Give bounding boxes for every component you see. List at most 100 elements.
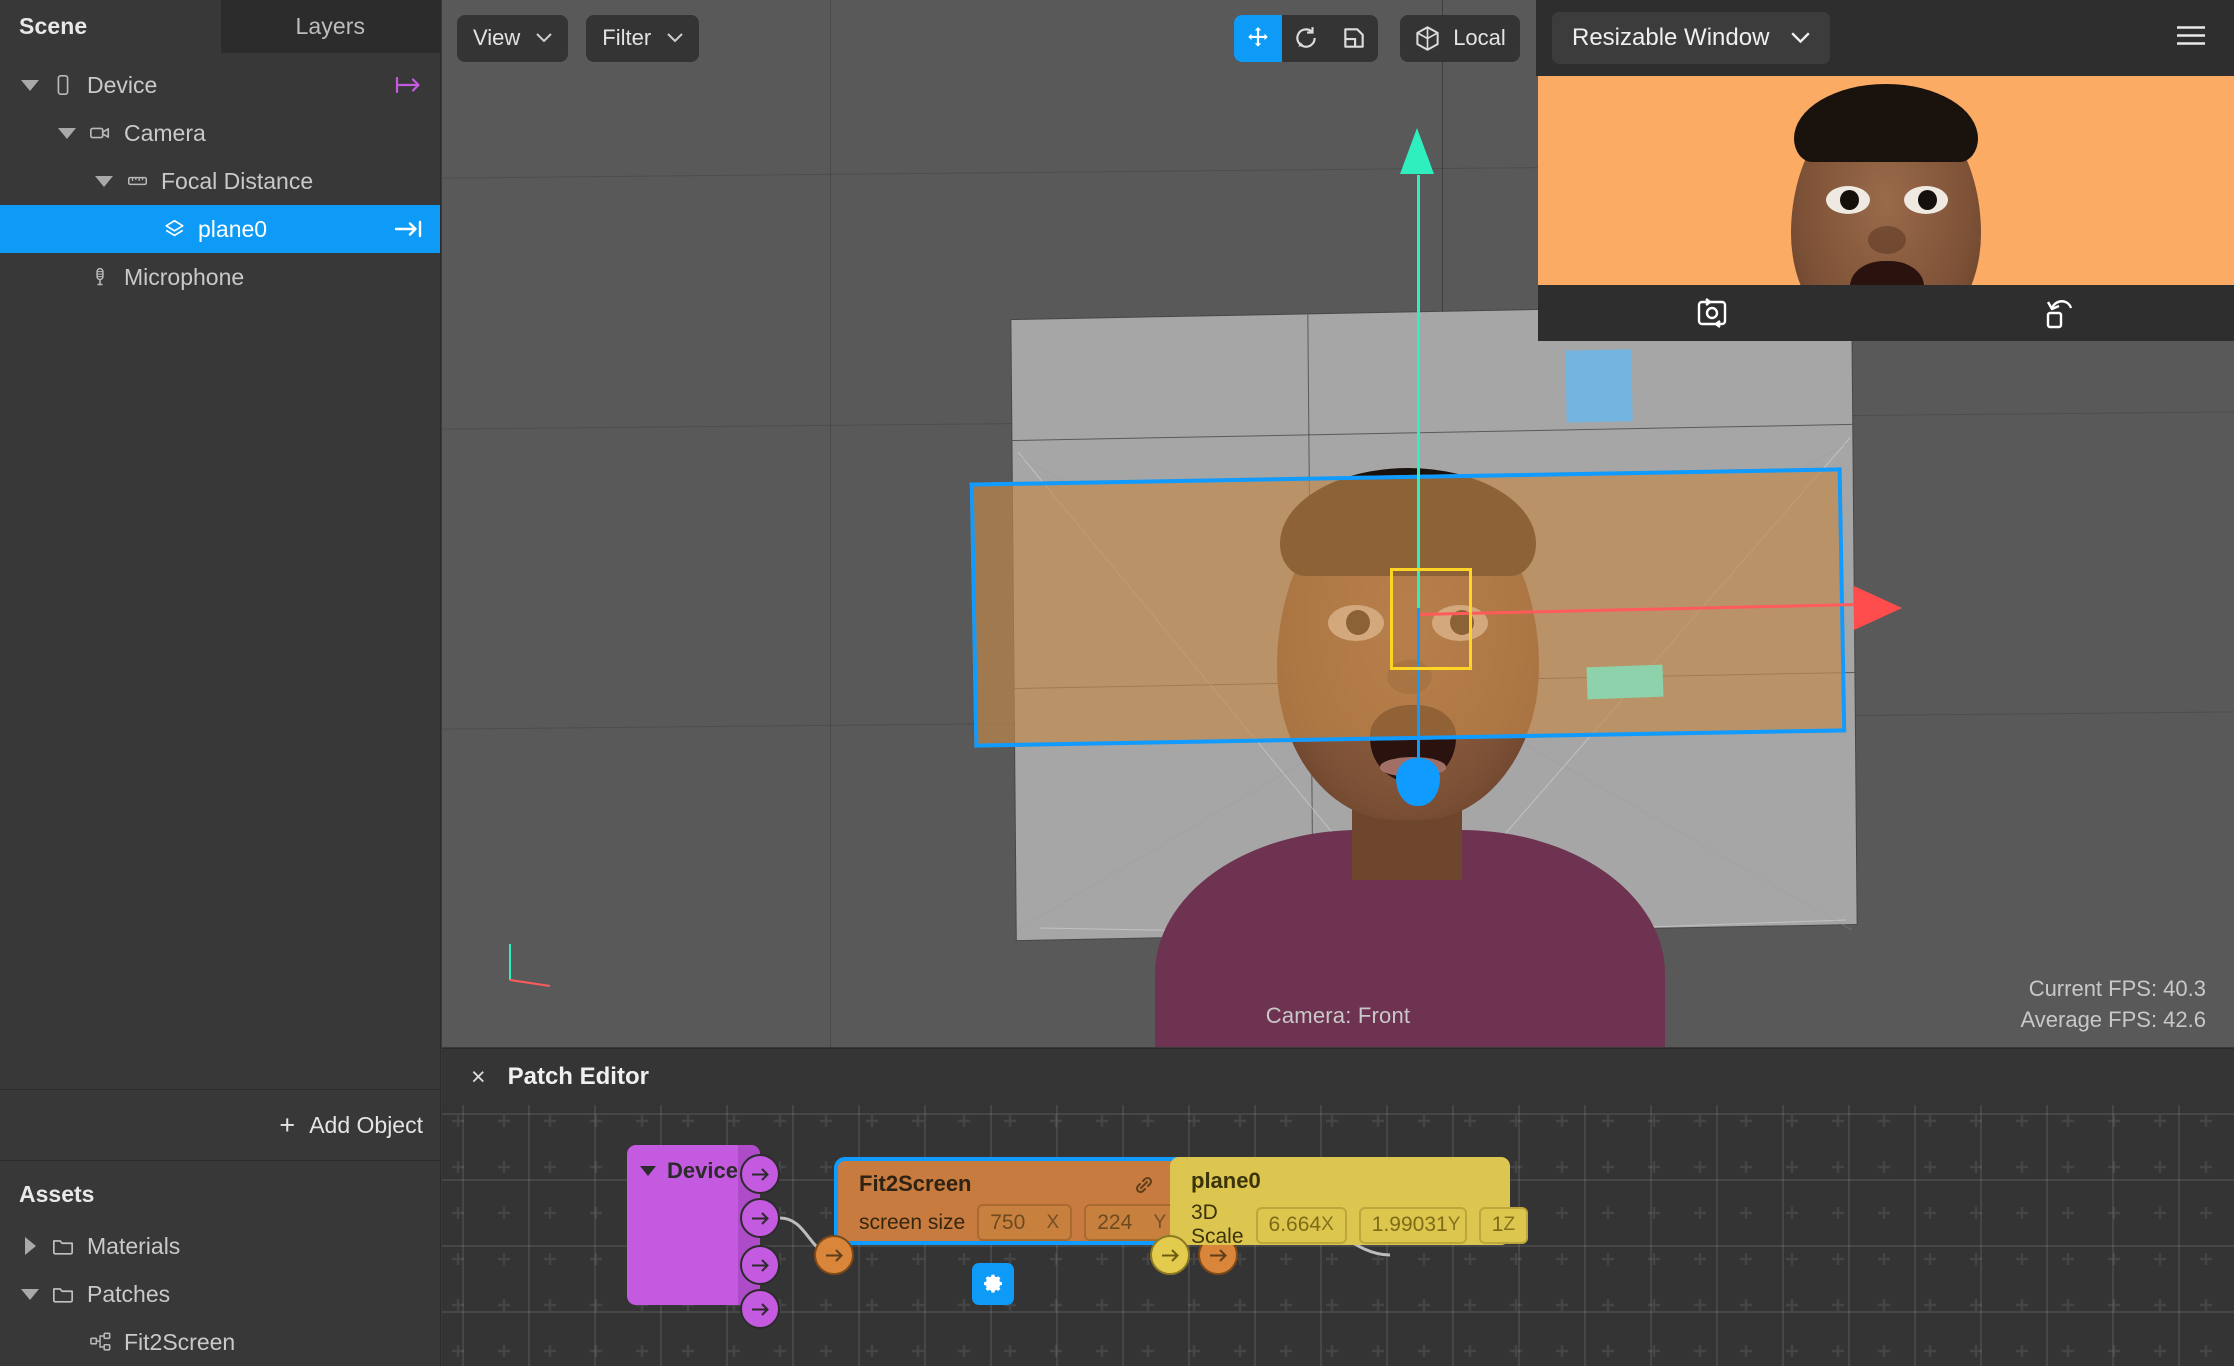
plane-icon [162, 218, 187, 240]
fit2screen-x-value: 750 [990, 1211, 1025, 1235]
gizmo-axis-z-handle[interactable] [1396, 758, 1440, 806]
insert-right-icon[interactable] [395, 74, 423, 96]
plane0-input-port[interactable] [1150, 1235, 1190, 1275]
plane0-y-axis: Y [1448, 1214, 1461, 1236]
filter-menu-button[interactable]: Filter [586, 15, 699, 62]
origin-axis-marker [506, 940, 566, 1000]
patch-asset-icon [88, 1331, 113, 1353]
assets-tree: Materials Patches Fit2Screen [0, 1218, 440, 1366]
folder-icon [48, 1235, 78, 1257]
tree-item-label: Focal Distance [161, 168, 313, 195]
rotate-tool-button[interactable] [1282, 15, 1330, 62]
twisty[interactable] [56, 122, 78, 144]
fps-readout: Current FPS: 40.3 Average FPS: 42.6 [2021, 973, 2207, 1035]
folder-icon [50, 1235, 76, 1257]
twisty[interactable] [19, 1283, 41, 1305]
average-fps: Average FPS: 42.6 [2021, 1004, 2207, 1035]
link-icon[interactable] [1133, 1174, 1155, 1201]
add-object-bar: + Add Object [0, 1089, 440, 1161]
device-port-1[interactable] [740, 1154, 780, 1194]
arrow-right-icon [751, 1258, 770, 1273]
insert-left-icon[interactable] [395, 218, 423, 240]
fit2screen-x-field[interactable]: 750 X [977, 1204, 1072, 1241]
move-tool-button[interactable] [1234, 15, 1282, 62]
device-port-4[interactable] [740, 1289, 780, 1329]
arrow-right-icon [751, 1167, 770, 1182]
plus-icon: + [279, 1112, 295, 1139]
tree-item-fit2screen[interactable]: Fit2Screen [0, 1318, 440, 1366]
tree-item-device[interactable]: Device [0, 61, 440, 109]
view-menu-button[interactable]: View [457, 15, 568, 62]
twisty [56, 1331, 78, 1353]
twisty[interactable] [93, 170, 115, 192]
chevron-down-icon [536, 33, 552, 43]
tree-item-materials[interactable]: Materials [0, 1222, 440, 1270]
chevron-down-icon [1791, 32, 1810, 44]
coordinate-space-button[interactable]: Local [1400, 15, 1520, 62]
tab-scene[interactable]: Scene [0, 0, 221, 53]
plane0-input-row: 3D Scale 6.664 X 1.99031 Y 1 Z [1170, 1194, 1510, 1249]
add-object-button[interactable]: + Add Object [279, 1112, 423, 1139]
chevron-down-icon[interactable] [21, 79, 39, 91]
add-object-label: Add Object [309, 1112, 423, 1139]
tab-layers[interactable]: Layers [221, 0, 440, 53]
tree-item-patches[interactable]: Patches [0, 1270, 440, 1318]
triangle-down-icon[interactable] [640, 1165, 656, 1177]
plane0-y-field[interactable]: 1.99031 Y [1359, 1207, 1467, 1244]
tree-item-plane0[interactable]: plane0 [0, 205, 440, 253]
current-fps: Current FPS: 40.3 [2021, 973, 2207, 1004]
close-icon[interactable]: × [471, 1065, 486, 1090]
plane0-x-field[interactable]: 6.664 X [1256, 1207, 1347, 1244]
rotate-icon [1293, 25, 1319, 51]
preview-panel-header: Resizable Window [1536, 0, 2234, 76]
preview-menu-button[interactable] [2175, 24, 2207, 53]
chevron-down-icon [667, 33, 683, 43]
move-icon [1245, 25, 1271, 51]
arrow-right-icon [825, 1248, 844, 1263]
gizmo-axis-y-arrow[interactable] [1400, 128, 1434, 174]
plane0-z-field[interactable]: 1 Z [1479, 1207, 1528, 1244]
tree-item-label: Fit2Screen [124, 1329, 235, 1356]
chevron-right-icon[interactable] [24, 1237, 36, 1255]
assets-title: Assets [0, 1161, 440, 1218]
tree-item-focal-distance[interactable]: Focal Distance [0, 157, 440, 205]
scale-tool-button[interactable] [1330, 15, 1378, 62]
device-preset-dropdown[interactable]: Resizable Window [1552, 12, 1830, 64]
tree-item-label: Camera [124, 120, 206, 147]
focal-distance-icon [125, 171, 150, 191]
tree-item-label: Materials [87, 1233, 180, 1260]
fit2screen-node[interactable]: Fit2Screen screen size 750 X 224 Y [834, 1157, 1215, 1245]
preview-pupil-left [1840, 190, 1859, 210]
viewport-3d[interactable]: View Filter [442, 0, 2234, 1047]
preview-hair [1794, 84, 1978, 162]
twisty[interactable] [19, 1235, 41, 1257]
rotate-device-button[interactable] [2025, 296, 2095, 330]
device-port-3[interactable] [740, 1245, 780, 1285]
chevron-down-icon[interactable] [58, 127, 76, 139]
plane0-title: plane0 [1170, 1157, 1510, 1194]
camera-icon [88, 122, 112, 144]
chevron-down-icon[interactable] [95, 175, 113, 187]
chevron-down-icon[interactable] [21, 1288, 39, 1300]
microphone-icon [90, 265, 110, 289]
rotate-device-icon [2042, 296, 2078, 330]
device-node-title: Device [667, 1158, 738, 1184]
tree-item-label: plane0 [198, 216, 267, 243]
tree-item-microphone[interactable]: Microphone [0, 253, 440, 301]
device-icon [48, 74, 78, 96]
flip-camera-button[interactable] [1677, 296, 1747, 330]
focal-distance-icon [122, 171, 152, 191]
transform-mode-group [1234, 15, 1378, 62]
plane0-x-axis: X [1321, 1214, 1334, 1236]
filter-menu-label: Filter [602, 25, 651, 51]
twisty[interactable] [19, 74, 41, 96]
arrow-right-icon [1209, 1248, 1228, 1263]
patch-editor-canvas[interactable]: Device Fit2Screen [442, 1105, 2234, 1366]
tree-item-camera[interactable]: Camera [0, 109, 440, 157]
patch-settings-button[interactable] [972, 1263, 1014, 1305]
fit2screen-input-port[interactable] [814, 1235, 854, 1275]
plane0-z-axis: Z [1503, 1214, 1515, 1236]
fit2screen-y-axis: Y [1154, 1212, 1167, 1234]
plane0-node[interactable]: plane0 3D Scale 6.664 X 1.99031 Y 1 Z [1170, 1157, 1510, 1245]
device-port-2[interactable] [740, 1198, 780, 1238]
